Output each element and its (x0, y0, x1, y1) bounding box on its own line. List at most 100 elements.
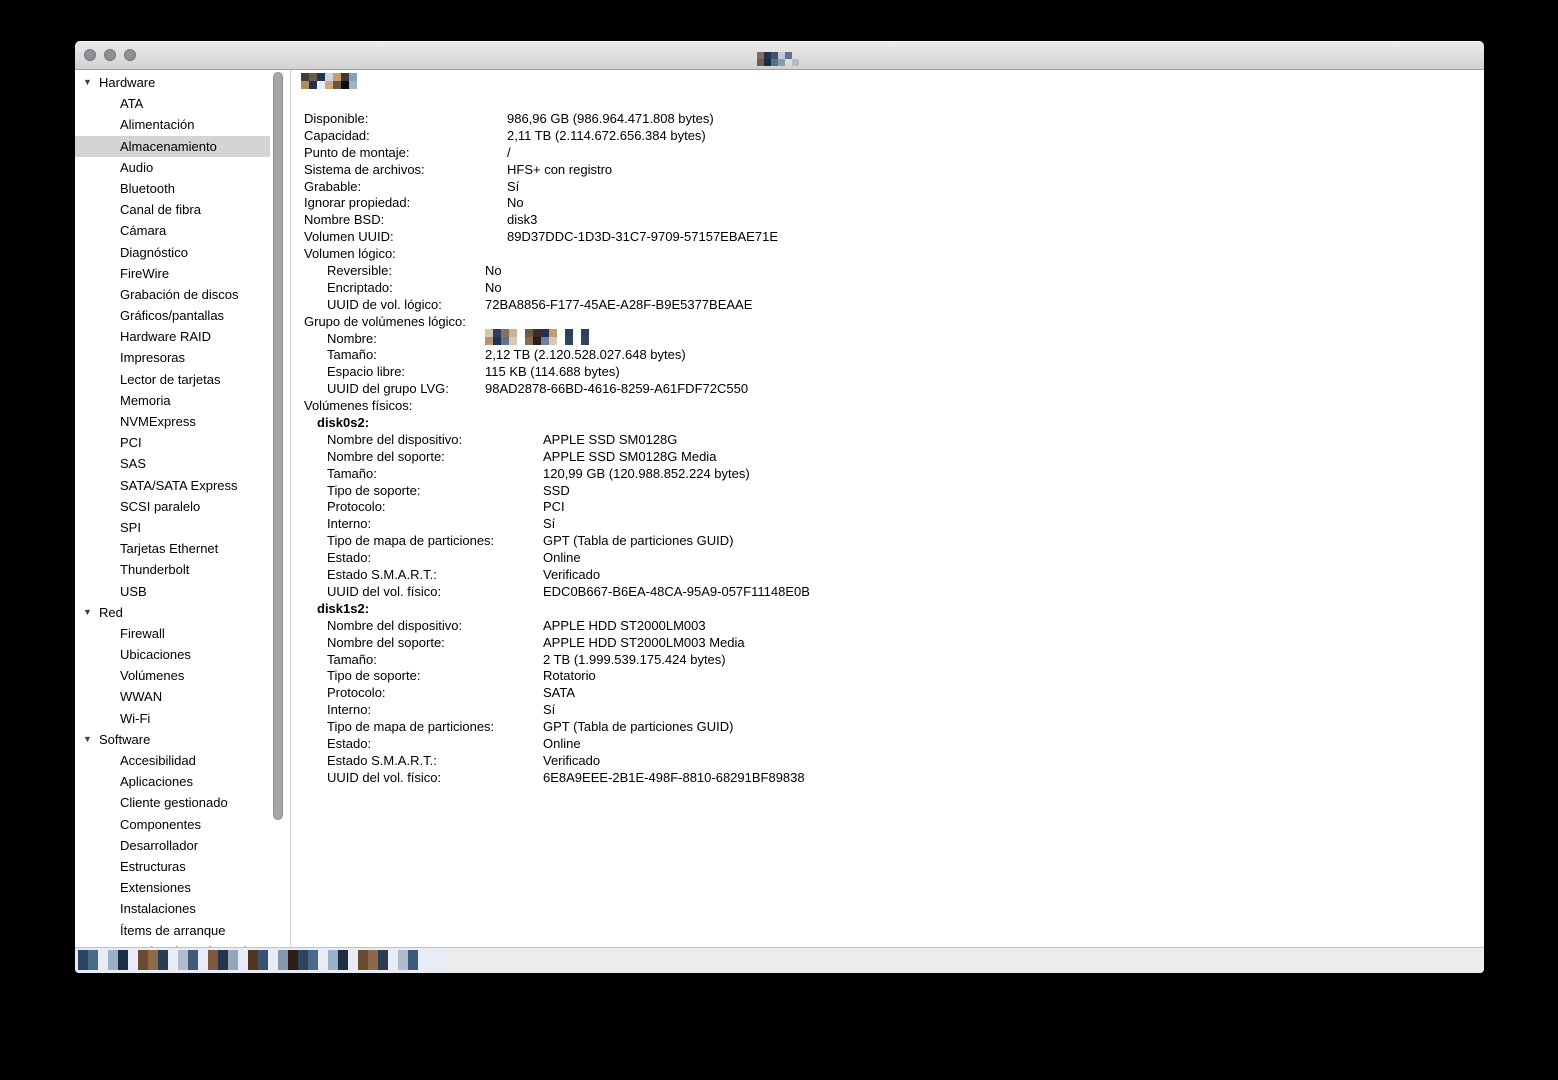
redacted-pixel (218, 950, 228, 960)
redacted-pixel (799, 52, 806, 59)
redacted-pixel (278, 960, 288, 970)
info-label: UUID del grupo LVG: (327, 381, 449, 397)
info-label: Tamaño: (327, 465, 377, 481)
sidebar-item-hardware-raid[interactable]: Hardware RAID (75, 326, 270, 347)
info-row: Estado S.M.A.R.T.: Verificado (291, 753, 1484, 770)
category-sidebar[interactable]: ▼ Hardware ATA Alimentación Almacenamiento Au… (75, 70, 270, 948)
disclosure-triangle-icon[interactable]: ▼ (83, 729, 92, 750)
sidebar-item-sata-sata-express[interactable]: SATA/SATA Express (75, 475, 270, 496)
redacted-pixel (792, 59, 799, 66)
sidebar-item-graficos-pantallas[interactable]: Gráficos/pantallas (75, 305, 270, 326)
info-row: UUID de vol. lógico: 72BA8856-F177-45AE-A… (291, 297, 1484, 314)
info-label: Nombre: (327, 330, 377, 346)
sidebar-scrollbar-track[interactable] (270, 70, 290, 948)
info-label: Nombre del dispositivo: (327, 431, 463, 447)
sidebar-item-instalaciones[interactable]: Instalaciones (75, 898, 270, 919)
info-value: Sí (543, 516, 556, 532)
sidebar-item-sas[interactable]: SAS (75, 453, 270, 474)
sidebar-item-desarrollador[interactable]: Desarrollador (75, 835, 270, 856)
redacted-pixel (573, 337, 581, 345)
sidebar-item-items-de-arranque[interactable]: Ítems de arranque (75, 920, 270, 941)
sidebar-item-estructuras[interactable]: Estructuras (75, 856, 270, 877)
disclosure-triangle-icon[interactable]: ▼ (83, 72, 92, 93)
disk-section-header: disk0s2: (291, 415, 1484, 432)
redacted-pixel (138, 960, 148, 970)
sidebar-item-volumenes[interactable]: Volúmenes (75, 665, 270, 686)
info-label: Tamaño: (327, 651, 377, 667)
sidebar-item-accesibilidad[interactable]: Accesibilidad (75, 750, 270, 771)
redacted-pixel (799, 59, 806, 66)
redacted-pixel (757, 59, 764, 66)
redacted-pixel (208, 960, 218, 970)
info-row: Nombre BSD: disk3 (291, 212, 1484, 229)
sidebar-item-nvmexpress[interactable]: NVMExpress (75, 411, 270, 432)
sidebar-item-tarjetas-ethernet[interactable]: Tarjetas Ethernet (75, 538, 270, 559)
sidebar-item-wwan[interactable]: WWAN (75, 686, 270, 707)
sidebar-item-spi[interactable]: SPI (75, 517, 270, 538)
traffic-lights (84, 49, 136, 61)
sidebar-item-ubicaciones[interactable]: Ubicaciones (75, 644, 270, 665)
sidebar-item-audio[interactable]: Audio (75, 157, 270, 178)
redacted-pixel (148, 960, 158, 970)
window-title-redacted (757, 52, 806, 66)
info-value: Online (543, 735, 581, 751)
sidebar-item-ata[interactable]: ATA (75, 93, 270, 114)
redacted-pixel (333, 81, 341, 89)
redacted-pixel (238, 960, 248, 970)
close-button[interactable] (84, 49, 96, 61)
info-label: Tipo de mapa de particiones: (327, 719, 495, 735)
sidebar-item-wi-fi[interactable]: Wi-Fi (75, 708, 270, 729)
info-label: disk0s2: (317, 415, 370, 431)
redacted-pixel (557, 329, 565, 337)
info-row: Tipo de mapa de particiones: GPT (Tabla d… (291, 533, 1484, 550)
sidebar-item-camara[interactable]: Cámara (75, 220, 270, 241)
redacted-pixel (792, 52, 799, 59)
sidebar-item-diagnostico[interactable]: Diagnóstico (75, 242, 270, 263)
info-label: Grabable: (304, 178, 362, 194)
sidebar-item-almacenamiento[interactable]: Almacenamiento (75, 135, 270, 157)
sidebar-item-memoria[interactable]: Memoria (75, 390, 270, 411)
sidebar-item-scsi-paralelo[interactable]: SCSI paralelo (75, 496, 270, 517)
sidebar-item-aplicaciones[interactable]: Aplicaciones (75, 771, 270, 792)
disclosure-triangle-icon[interactable]: ▼ (83, 602, 92, 623)
sidebar-scrollbar-thumb[interactable] (273, 72, 283, 820)
sidebar-group-red[interactable]: ▼ Red (75, 602, 270, 623)
sidebar-item-extensiones[interactable]: Extensiones (75, 877, 270, 898)
info-row: Tamaño: 2,12 TB (2.120.528.027.648 bytes) (291, 347, 1484, 364)
redacted-pixel (378, 960, 388, 970)
info-label: Capacidad: (304, 127, 370, 143)
sidebar-item-impresoras[interactable]: Impresoras (75, 347, 270, 368)
sidebar-item-thunderbolt[interactable]: Thunderbolt (75, 559, 270, 580)
window-titlebar[interactable] (75, 41, 1484, 70)
sidebar-item-pci[interactable]: PCI (75, 432, 270, 453)
redacted-pixel (358, 960, 368, 970)
redacted-pixel (565, 328, 573, 337)
redacted-pixel (88, 950, 98, 960)
detail-pane: Disponible: 986,96 GB (986.964.471.808 by… (290, 70, 1484, 948)
sidebar-item-firewall[interactable]: Firewall (75, 623, 270, 644)
sidebar-item-usb[interactable]: USB (75, 581, 270, 602)
sidebar-item-cliente-gestionado[interactable]: Cliente gestionado (75, 792, 270, 813)
sidebar-group-hardware[interactable]: ▼ Hardware (75, 72, 270, 93)
redacted-pixel (557, 337, 565, 345)
sidebar-item-alimentacion[interactable]: Alimentación (75, 114, 270, 135)
redacted-pixel (785, 59, 792, 66)
sidebar-item-canal-de-fibra[interactable]: Canal de fibra (75, 199, 270, 220)
sidebar-item-lector-de-tarjetas[interactable]: Lector de tarjetas (75, 369, 270, 390)
info-label: Disponible: (304, 111, 369, 126)
sidebar-item-componentes[interactable]: Componentes (75, 814, 270, 835)
info-value: APPLE HDD ST2000LM003 (543, 617, 706, 633)
redacted-pixel (118, 950, 128, 960)
sidebar-item-bluetooth[interactable]: Bluetooth (75, 178, 270, 199)
redacted-pixel (308, 950, 318, 960)
minimize-button[interactable] (104, 49, 116, 61)
sidebar-item-grabacion-de-discos[interactable]: Grabación de discos (75, 284, 270, 305)
sidebar-item-firewire[interactable]: FireWire (75, 263, 270, 284)
info-label: Punto de montaje: (304, 144, 410, 160)
zoom-button[interactable] (124, 49, 136, 61)
redacted-pixel (525, 328, 533, 337)
storage-info-rows: Disponible: 986,96 GB (986.964.471.808 by… (291, 111, 1484, 787)
redacted-pixel (398, 950, 408, 960)
sidebar-group-software[interactable]: ▼ Software (75, 729, 270, 750)
redacted-pixel (388, 950, 398, 960)
